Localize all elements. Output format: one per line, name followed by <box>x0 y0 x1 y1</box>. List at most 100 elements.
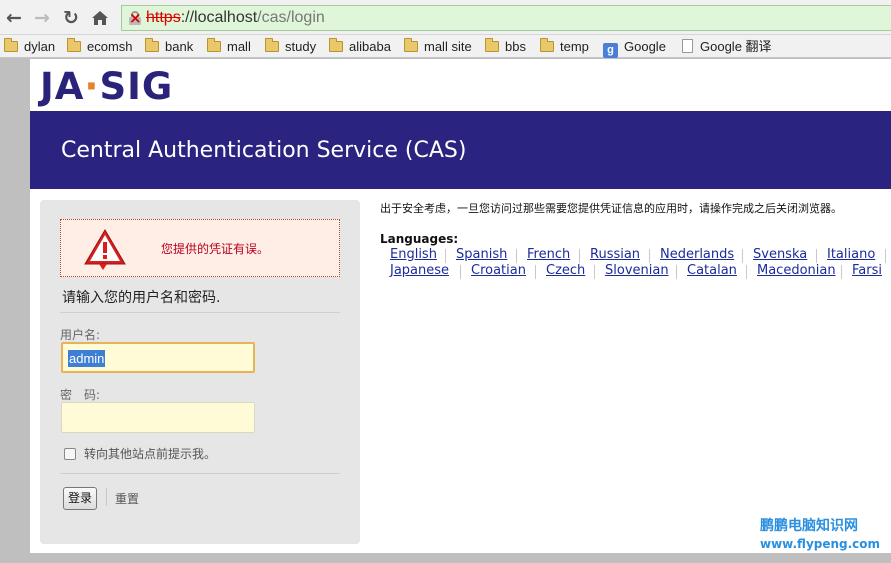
password-label: 密 码: <box>60 388 101 402</box>
bookmark-label: dylan <box>24 39 56 54</box>
folder-icon <box>265 38 279 52</box>
bookmark-label: ecomsh <box>87 39 133 54</box>
divider <box>60 473 340 474</box>
reset-button[interactable]: 重置 <box>115 490 139 507</box>
username-value: admin <box>68 350 106 367</box>
lang-link-french[interactable]: French <box>527 247 570 262</box>
lang-separator <box>445 249 446 263</box>
button-separator <box>106 488 107 506</box>
folder-icon <box>404 38 418 52</box>
reload-icon[interactable]: ↻ <box>60 7 82 29</box>
login-button[interactable]: 登录 <box>63 487 97 510</box>
lang-link-nederlands[interactable]: Nederlands <box>660 247 734 262</box>
watermark: 鹏鹏电脑知识网 www.flypeng.com <box>760 515 880 551</box>
logo-text-right: SIG <box>99 65 174 108</box>
username-field[interactable]: admin <box>61 342 255 373</box>
bookmark-label: mall <box>227 39 251 54</box>
bookmark-ecomsh[interactable]: ecomsh <box>67 38 133 56</box>
password-field[interactable] <box>61 402 255 433</box>
lang-link-russian[interactable]: Russian <box>590 247 640 262</box>
folder-icon <box>329 38 343 52</box>
folder-icon <box>540 38 554 52</box>
username-label: 用户名: <box>60 328 101 342</box>
password-input[interactable] <box>66 408 246 426</box>
bookmark-label: bbs <box>505 39 526 54</box>
google-icon: g <box>603 43 618 58</box>
folder-icon <box>485 38 499 52</box>
security-notice: 出于安全考虑，一旦您访问过那些需要您提供凭证信息的应用时，请操作完成之后关闭浏览… <box>380 202 842 215</box>
folder-icon <box>4 38 18 52</box>
lang-separator <box>460 265 461 279</box>
bookmarks-bar: dylan ecomsh bank mall study alibaba mal… <box>0 35 891 58</box>
lang-link-catalan[interactable]: Catalan <box>687 263 737 278</box>
bookmark-temp[interactable]: temp <box>540 38 589 56</box>
bookmark-label: temp <box>560 39 589 54</box>
jasig-logo[interactable]: JA·SIG <box>40 65 173 108</box>
logo-text-left: JA <box>40 65 85 108</box>
lang-link-farsi[interactable]: Farsi <box>852 263 882 278</box>
languages-title: Languages: <box>380 232 459 246</box>
lang-link-italiano[interactable]: Italiano <box>827 247 875 262</box>
error-message: 您提供的凭证有误。 <box>161 242 270 256</box>
watermark-title: 鹏鹏电脑知识网 <box>760 518 858 534</box>
warn-checkbox-label[interactable]: 转向其他站点前提示我。 <box>84 445 216 462</box>
lang-link-svenska[interactable]: Svenska <box>753 247 807 262</box>
url-scheme: https <box>146 9 181 26</box>
logo-dot: · <box>84 65 100 108</box>
login-prompt: 请输入您的用户名和密码. <box>62 290 221 306</box>
bookmark-google-translate[interactable]: Google 翻译 <box>682 38 772 56</box>
lang-link-slovenian[interactable]: Slovenian <box>605 263 669 278</box>
url-text[interactable]: https://localhost/cas/login <box>146 9 325 27</box>
address-bar[interactable]: × https://localhost/cas/login <box>121 5 891 31</box>
back-icon[interactable]: ← <box>3 7 25 29</box>
insecure-lock-icon[interactable]: × <box>128 11 142 26</box>
divider <box>60 312 340 313</box>
bookmark-label: Google 翻译 <box>700 39 772 54</box>
lang-separator <box>816 249 817 263</box>
lang-separator <box>841 265 842 279</box>
lang-link-english[interactable]: English <box>390 247 437 262</box>
error-box: 您提供的凭证有误。 <box>60 219 340 277</box>
lang-link-spanish[interactable]: Spanish <box>456 247 507 262</box>
lang-link-macedonian[interactable]: Macedonian <box>757 263 836 278</box>
lang-separator <box>594 265 595 279</box>
folder-icon <box>207 38 221 52</box>
lang-separator <box>885 249 886 263</box>
bookmark-bank[interactable]: bank <box>145 38 193 56</box>
lang-link-croatian[interactable]: Croatian <box>471 263 526 278</box>
header-banner: Central Authentication Service (CAS) <box>30 111 891 189</box>
lang-separator <box>746 265 747 279</box>
bookmark-label: mall site <box>424 39 472 54</box>
cas-page: JA·SIG Central Authentication Service (C… <box>30 59 891 553</box>
warn-checkbox[interactable] <box>64 448 76 460</box>
bookmark-bbs[interactable]: bbs <box>485 38 526 56</box>
lang-separator <box>649 249 650 263</box>
home-icon[interactable] <box>89 7 111 29</box>
bookmark-label: bank <box>165 39 194 54</box>
bookmark-label: Google <box>624 39 666 54</box>
bookmark-mall[interactable]: mall <box>207 38 251 56</box>
url-path: /cas/login <box>257 9 325 26</box>
bookmark-dylan[interactable]: dylan <box>4 38 55 56</box>
forward-icon[interactable]: → <box>31 7 53 29</box>
bookmark-google[interactable]: g Google <box>603 38 666 58</box>
url-host: ://localhost <box>180 9 258 26</box>
lang-separator <box>535 265 536 279</box>
lang-link-japanese[interactable]: Japanese <box>390 263 449 278</box>
lang-separator <box>742 249 743 263</box>
warning-icon <box>81 226 129 272</box>
bookmark-label: alibaba <box>349 39 391 54</box>
page-icon <box>682 39 693 53</box>
bookmark-label: study <box>285 39 317 54</box>
watermark-url: www.flypeng.com <box>760 537 881 551</box>
bookmark-mall-site[interactable]: mall site <box>404 38 472 56</box>
lang-separator <box>579 249 580 263</box>
bookmark-study[interactable]: study <box>265 38 316 56</box>
folder-icon <box>67 38 81 52</box>
lang-link-czech[interactable]: Czech <box>546 263 585 278</box>
page-title: Central Authentication Service (CAS) <box>61 138 467 163</box>
login-form: 您提供的凭证有误。 请输入您的用户名和密码. 用户名: admin 密 码: 转… <box>40 200 360 544</box>
bookmark-alibaba[interactable]: alibaba <box>329 38 391 56</box>
folder-icon <box>145 38 159 52</box>
lang-separator <box>676 265 677 279</box>
